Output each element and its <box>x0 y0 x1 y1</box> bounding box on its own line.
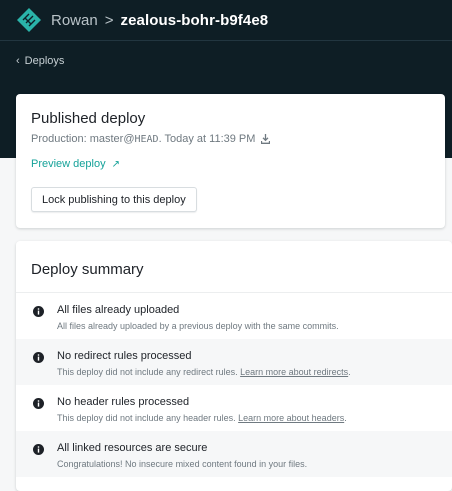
info-icon <box>33 444 44 455</box>
lock-publishing-button[interactable]: Lock publishing to this deploy <box>31 187 197 212</box>
list-item: No header rules processed This deploy di… <box>16 385 452 431</box>
back-to-deploys-link[interactable]: ‹ Deploys <box>16 55 64 67</box>
row-description-text: Congratulations! No insecure mixed conte… <box>57 459 308 469</box>
netlify-logo-icon[interactable] <box>16 7 42 33</box>
list-item: All linked resources are secure Congratu… <box>16 431 452 477</box>
row-description-text: All files already uploaded by a previous… <box>57 321 339 331</box>
published-deploy-card: Published deploy Production: master@ HEAD… <box>16 94 445 228</box>
info-icon <box>33 398 44 409</box>
row-description-tail: . <box>348 367 351 377</box>
info-icon <box>33 352 44 363</box>
site-name[interactable]: zealous-bohr-b9f4e8 <box>120 12 268 29</box>
info-icon <box>33 306 44 317</box>
deploy-summary-card: Deploy summary All files already uploade… <box>16 241 452 491</box>
summary-list: All files already uploaded All files alr… <box>16 293 452 477</box>
header-divider <box>0 40 452 41</box>
external-arrow-icon: ↗ <box>111 158 120 170</box>
commit-ref: HEAD <box>134 133 159 145</box>
row-title: No header rules processed <box>57 396 190 408</box>
back-link-label: Deploys <box>24 55 65 67</box>
download-icon[interactable] <box>261 134 271 144</box>
learn-more-headers-link[interactable]: Learn more about headers <box>238 413 344 423</box>
production-info: Production: master@ HEAD. Today at 11:39 … <box>31 133 271 145</box>
row-title: All files already uploaded <box>57 304 180 316</box>
card-title: Deploy summary <box>31 261 144 278</box>
row-description: All files already uploaded by a previous… <box>57 321 339 331</box>
row-description: This deploy did not include any header r… <box>57 413 347 423</box>
learn-more-redirects-link[interactable]: Learn more about redirects <box>240 367 348 377</box>
preview-deploy-label: Preview deploy <box>31 158 106 170</box>
deploy-time: . Today at 11:39 PM <box>158 133 256 145</box>
row-description-text: This deploy did not include any header r… <box>57 413 239 423</box>
team-link[interactable]: Rowan <box>51 12 98 29</box>
breadcrumb: Rowan > zealous-bohr-b9f4e8 <box>16 7 268 33</box>
breadcrumb-separator: > <box>104 11 114 29</box>
row-title: No redirect rules processed <box>57 350 192 362</box>
list-item: All files already uploaded All files alr… <box>16 293 452 339</box>
row-description: Congratulations! No insecure mixed conte… <box>57 459 307 469</box>
production-prefix: Production: master@ <box>31 133 135 145</box>
row-description-text: This deploy did not include any redirect… <box>57 367 241 377</box>
preview-deploy-link[interactable]: Preview deploy ↗ <box>31 158 120 170</box>
row-title: All linked resources are secure <box>57 442 208 454</box>
list-item: No redirect rules processed This deploy … <box>16 339 452 385</box>
row-description: This deploy did not include any redirect… <box>57 367 351 377</box>
chevron-left-icon: ‹ <box>16 55 20 67</box>
card-title: Published deploy <box>31 110 146 127</box>
row-description-tail: . <box>344 413 347 423</box>
